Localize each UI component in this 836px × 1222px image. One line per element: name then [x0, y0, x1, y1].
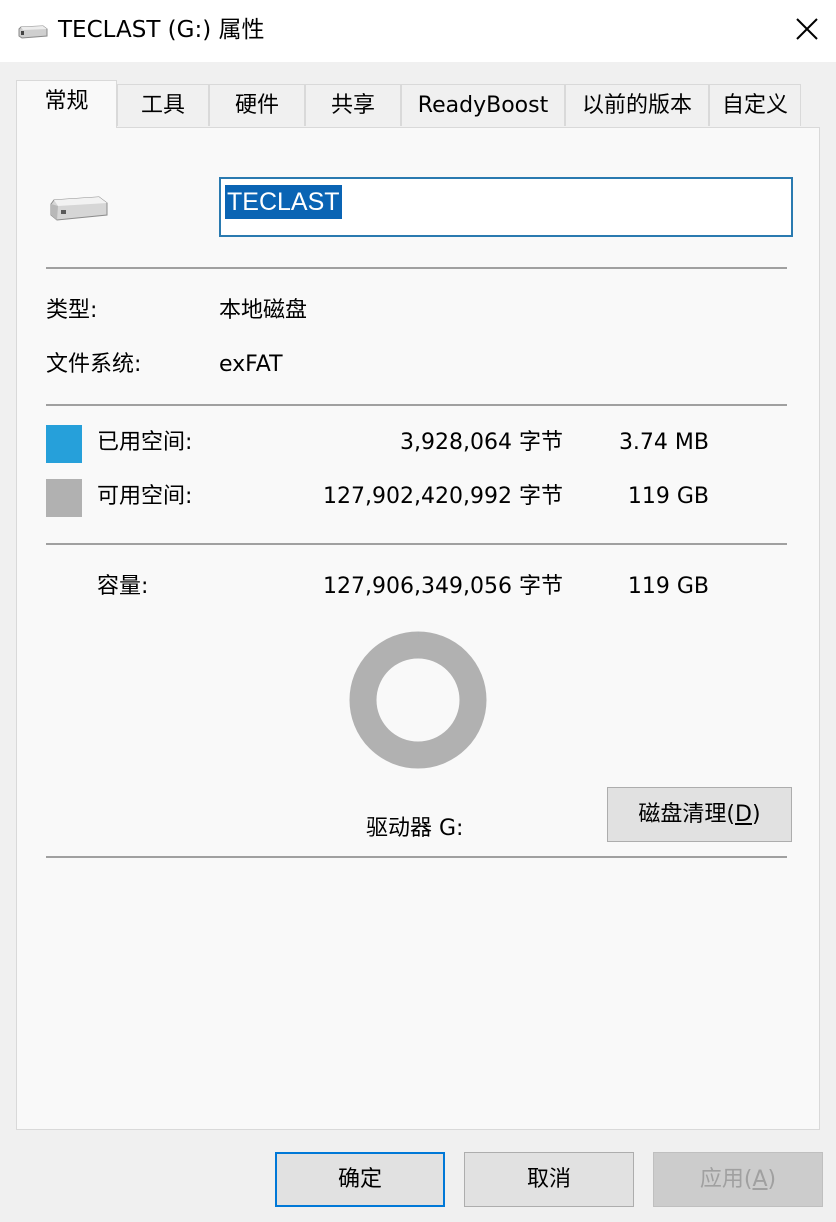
ok-button[interactable]: 确定	[275, 1152, 445, 1207]
capacity-bytes: 127,906,349,056 字节	[323, 574, 563, 599]
used-space-label: 已用空间:	[97, 430, 193, 455]
capacity-size: 119 GB	[627, 574, 709, 599]
tab-general[interactable]: 常规	[16, 80, 117, 128]
general-panel: TECLAST 类型: 本地磁盘 文件系统: exFAT 已用空间: 3,928…	[16, 127, 820, 1130]
disk-cleanup-text: 磁盘清理(	[638, 802, 736, 827]
divider	[46, 856, 787, 858]
free-space-size: 119 GB	[627, 484, 709, 509]
apply-suffix: )	[767, 1167, 777, 1192]
tab-customize[interactable]: 自定义	[709, 84, 801, 126]
cancel-button[interactable]: 取消	[464, 1152, 634, 1207]
title-bar[interactable]: TECLAST (G:) 属性	[0, 0, 836, 62]
filesystem-value: exFAT	[219, 352, 283, 377]
usb-drive-icon	[18, 25, 48, 39]
hard-drive-icon	[50, 196, 108, 221]
apply-button[interactable]: 应用(A)	[653, 1152, 823, 1207]
drive-name-input[interactable]	[219, 177, 793, 237]
window-title: TECLAST (G:) 属性	[58, 17, 265, 43]
properties-window: TECLAST (G:) 属性 常规 工具 硬件 共享 ReadyBoost 以…	[0, 0, 836, 1222]
apply-text: 应用(	[699, 1167, 753, 1192]
free-space-swatch	[46, 479, 82, 517]
tab-hardware[interactable]: 硬件	[209, 84, 305, 126]
disk-cleanup-suffix: )	[751, 802, 761, 827]
divider	[46, 267, 787, 269]
disk-cleanup-button[interactable]: 磁盘清理(D)	[607, 787, 792, 842]
tab-tools[interactable]: 工具	[117, 84, 209, 126]
tab-previous-versions[interactable]: 以前的版本	[565, 84, 709, 126]
tab-sharing[interactable]: 共享	[305, 84, 401, 126]
free-space-label: 可用空间:	[97, 484, 193, 509]
used-space-size: 3.74 MB	[618, 430, 709, 455]
used-space-bytes: 3,928,064 字节	[400, 430, 563, 455]
drive-letter-label: 驱动器 G:	[366, 816, 464, 841]
filesystem-label: 文件系统:	[46, 352, 142, 377]
free-space-ring	[349, 631, 487, 769]
tab-readyboost[interactable]: ReadyBoost	[401, 84, 565, 126]
capacity-label: 容量:	[97, 574, 149, 599]
usage-donut-chart	[349, 631, 487, 769]
apply-key: A	[752, 1167, 768, 1192]
type-label: 类型:	[46, 298, 98, 323]
divider	[46, 543, 787, 545]
free-space-bytes: 127,902,420,992 字节	[323, 484, 563, 509]
disk-cleanup-key: D	[735, 802, 752, 827]
close-icon	[796, 18, 818, 40]
used-space-swatch	[46, 425, 82, 463]
divider	[46, 404, 787, 406]
type-value: 本地磁盘	[219, 298, 308, 323]
close-button[interactable]	[782, 8, 832, 50]
